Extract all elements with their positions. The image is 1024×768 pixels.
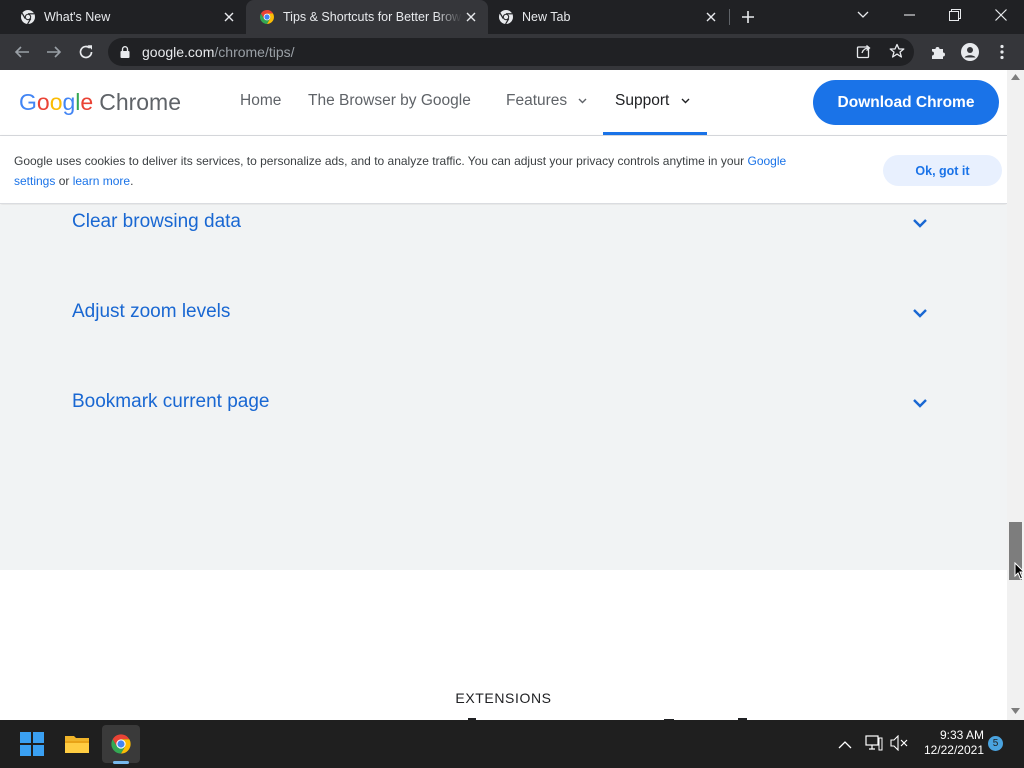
forward-arrow-icon[interactable] xyxy=(44,42,64,62)
tab-title: What's New xyxy=(44,10,111,24)
url-path: /chrome/tips/ xyxy=(214,44,295,60)
cookie-text-part: Google uses cookies to deliver its servi… xyxy=(14,154,748,168)
browser-toolbar: google.com/chrome/tips/ xyxy=(0,34,1024,70)
faq-item[interactable]: Clear browsing data xyxy=(72,207,932,237)
chrome-app-icon xyxy=(21,10,35,25)
faq-question: Adjust zoom levels xyxy=(72,301,231,322)
mouse-cursor-icon xyxy=(1014,562,1024,580)
close-tab-icon[interactable] xyxy=(702,8,720,26)
extensions-section-label: EXTENSIONS xyxy=(455,690,552,706)
logo-letter: g xyxy=(62,89,76,115)
scroll-up-arrow-icon[interactable] xyxy=(1011,74,1020,80)
notification-count-badge[interactable]: 5 xyxy=(988,736,1003,751)
chevron-down-icon xyxy=(913,309,927,318)
nav-label: The Browser by Google xyxy=(308,92,471,109)
close-window-icon[interactable] xyxy=(978,0,1024,30)
active-nav-indicator xyxy=(603,132,707,135)
cookie-text-part: or xyxy=(55,174,73,188)
google-chrome-logo[interactable]: Google Chrome xyxy=(19,88,181,116)
ok-got-it-button[interactable]: Ok, got it xyxy=(883,155,1002,186)
tab-title: New Tab xyxy=(522,10,571,24)
nav-home[interactable]: Home xyxy=(240,92,281,110)
chevron-down-icon xyxy=(681,98,690,104)
cookie-notice-text: Google uses cookies to deliver its servi… xyxy=(14,151,824,191)
url-host: google.com xyxy=(142,44,215,60)
logo-letter: G xyxy=(19,89,37,115)
logo-product-name: Chrome xyxy=(99,89,182,115)
page-content: Google Chrome Home The Browser by Google … xyxy=(0,70,1007,720)
scroll-down-arrow-icon[interactable] xyxy=(1011,708,1020,714)
url-text: google.com/chrome/tips/ xyxy=(142,44,295,60)
nav-features[interactable]: Features xyxy=(506,92,587,110)
logo-letter: o xyxy=(49,89,63,115)
clock-date: 12/22/2021 xyxy=(923,743,984,757)
clock-time: 9:33 AM xyxy=(939,728,984,742)
network-icon[interactable] xyxy=(865,735,885,753)
system-clock[interactable]: 9:33 AM 12/22/2021 xyxy=(918,728,984,758)
extensions-puzzle-icon[interactable] xyxy=(928,42,948,62)
reload-icon[interactable] xyxy=(76,42,96,62)
faq-question: Bookmark current page xyxy=(72,391,270,412)
running-app-indicator xyxy=(113,761,129,764)
faq-item[interactable]: Adjust zoom levels xyxy=(72,297,932,327)
cookie-text-part: . xyxy=(130,174,134,188)
chevron-down-icon xyxy=(913,399,927,408)
close-tab-icon[interactable] xyxy=(220,8,238,26)
windows-start-icon[interactable] xyxy=(13,725,51,763)
tab-search-chevron-icon[interactable] xyxy=(840,0,886,30)
back-arrow-icon[interactable] xyxy=(12,42,32,62)
tab-new-tab[interactable]: New Tab xyxy=(488,0,728,34)
volume-muted-icon[interactable] xyxy=(890,734,910,753)
nav-support[interactable]: Support xyxy=(615,92,690,110)
tab-divider xyxy=(729,9,730,25)
address-bar[interactable]: google.com/chrome/tips/ xyxy=(108,38,914,66)
show-hidden-icons-chevron-icon[interactable] xyxy=(838,736,854,752)
chrome-taskbar-icon[interactable] xyxy=(102,725,140,763)
faq-item[interactable]: Bookmark current page xyxy=(72,387,932,417)
chevron-down-icon xyxy=(913,219,927,228)
chevron-down-icon xyxy=(578,98,587,104)
learn-more-link[interactable]: learn more xyxy=(73,174,130,188)
close-tab-icon[interactable] xyxy=(462,8,480,26)
tab-strip: What's New Tips & Shortcuts for Better B… xyxy=(0,0,1024,34)
tab-whats-new[interactable]: What's New xyxy=(0,0,246,34)
logo-letter: e xyxy=(80,89,94,115)
chrome-app-icon xyxy=(499,10,513,25)
cookie-banner: Google uses cookies to deliver its servi… xyxy=(0,136,1007,204)
page-scrollbar[interactable] xyxy=(1007,70,1024,720)
minimize-icon[interactable] xyxy=(886,0,932,30)
menu-kebab-icon[interactable] xyxy=(992,42,1012,62)
chrome-color-icon xyxy=(260,10,274,24)
nav-label: Features xyxy=(506,92,568,109)
lock-icon[interactable] xyxy=(118,45,132,59)
new-tab-plus-icon[interactable] xyxy=(738,7,758,27)
profile-avatar-icon[interactable] xyxy=(960,42,980,62)
site-header: Google Chrome Home The Browser by Google … xyxy=(0,70,1007,136)
tab-title: Tips & Shortcuts for Better Brows xyxy=(283,10,462,24)
bookmark-star-icon[interactable] xyxy=(889,43,907,61)
logo-letter: o xyxy=(36,89,50,115)
download-chrome-button[interactable]: Download Chrome xyxy=(813,80,999,125)
nav-browser-by-google[interactable]: The Browser by Google xyxy=(308,92,471,110)
restore-icon[interactable] xyxy=(932,0,978,30)
windows-taskbar: 9:33 AM 12/22/2021 5 xyxy=(0,720,1024,768)
faq-section: Clear browsing data Adjust zoom levels B… xyxy=(0,205,1007,570)
nav-label: Home xyxy=(240,92,282,109)
share-icon[interactable] xyxy=(856,43,874,61)
nav-label: Support xyxy=(615,92,670,109)
faq-question: Clear browsing data xyxy=(72,211,241,232)
file-explorer-icon[interactable] xyxy=(58,725,96,763)
tab-tips-shortcuts[interactable]: Tips & Shortcuts for Better Brows xyxy=(246,0,488,34)
